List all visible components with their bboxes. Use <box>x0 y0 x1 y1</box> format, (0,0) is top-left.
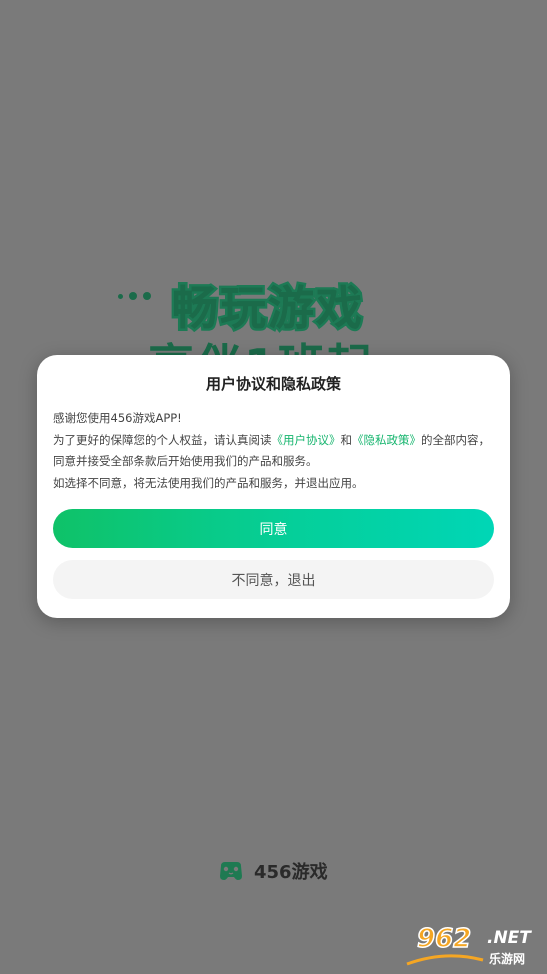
decline-notice-text: 如选择不同意，将无法使用我们的产品和服务，并退出应用。 <box>53 475 364 490</box>
slogan-line1: 畅玩游戏 <box>170 279 365 338</box>
site-watermark: 962 .NET 乐游网 <box>405 923 543 970</box>
agree-button[interactable]: 同意 <box>53 509 494 548</box>
app-name: 456游戏 <box>254 862 328 883</box>
dialog-body: 感谢您使用456游戏APP! 为了更好的保障您的个人权益，请认真阅读《用户协议》… <box>53 408 494 494</box>
privacy-dialog: 用户协议和隐私政策 感谢您使用456游戏APP! 为了更好的保障您的个人权益，请… <box>37 355 510 618</box>
disagree-exit-button[interactable]: 不同意，退出 <box>53 560 494 599</box>
watermark-number: 962 <box>416 923 472 955</box>
watermark-suffix: .NET <box>487 928 531 948</box>
dialog-title: 用户协议和隐私政策 <box>205 375 341 393</box>
watermark-swoosh-icon <box>406 954 484 966</box>
app-brand: 456游戏 <box>218 858 328 884</box>
para1-before-text: 为了更好的保障您的个人权益，请认真阅读 <box>53 432 272 447</box>
user-agreement-link[interactable]: 《用户协议》 <box>272 433 341 447</box>
privacy-policy-link[interactable]: 《隐私政策》 <box>352 433 421 447</box>
watermark-subtitle: 乐游网 <box>489 952 526 966</box>
and-text: 和 <box>340 432 353 447</box>
agreement-paragraph: 为了更好的保障您的个人权益，请认真阅读《用户协议》和《隐私政策》的全部内容，同意… <box>53 430 494 473</box>
agree-button-label: 同意 <box>259 521 288 538</box>
disagree-button-label: 不同意，退出 <box>231 572 316 589</box>
splash-slogan: 畅玩游戏 享伴1班起 <box>108 262 438 393</box>
gamepad-logo-icon <box>220 862 242 880</box>
greeting-text: 感谢您使用456游戏APP! <box>53 411 182 425</box>
slogan-dots-decoration <box>118 292 151 300</box>
